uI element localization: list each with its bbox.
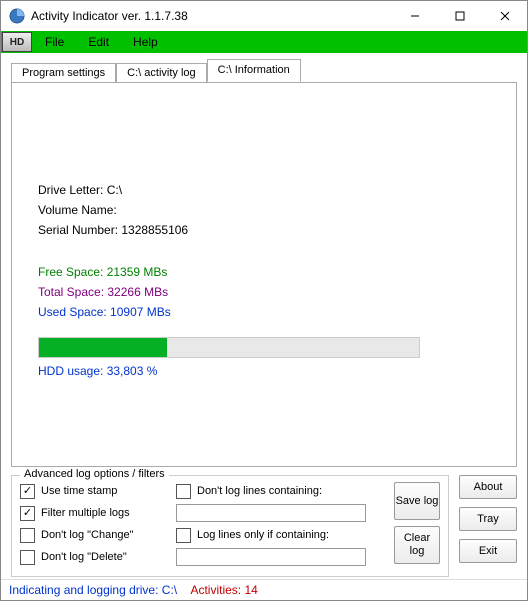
- tab-strip: Program settings C:\ activity log C:\ In…: [1, 55, 527, 82]
- checkbox-icon: [20, 550, 35, 565]
- opt-label: Log lines only if containing:: [197, 529, 329, 541]
- opt-dont-log-change[interactable]: Don't log "Change": [20, 528, 170, 543]
- minimize-button[interactable]: [392, 1, 437, 31]
- total-space: Total Space: 32266 MBs: [38, 285, 506, 299]
- volume-name: Volume Name:: [38, 203, 506, 217]
- free-space: Free Space: 21359 MBs: [38, 265, 506, 279]
- opt-label: Use time stamp: [41, 485, 117, 497]
- side-buttons: About Tray Exit: [459, 471, 527, 579]
- maximize-button[interactable]: [437, 1, 482, 31]
- usage-progress: [38, 337, 490, 358]
- advanced-log-group: Advanced log options / filters Use time …: [11, 475, 449, 577]
- about-button[interactable]: About: [459, 475, 517, 499]
- advanced-options-grid: Use time stamp Don't log lines containin…: [20, 480, 376, 568]
- progress-fill: [39, 338, 167, 357]
- opt-log-only-containing[interactable]: Log lines only if containing:: [176, 528, 376, 543]
- serial-number: Serial Number: 1328855106: [38, 223, 506, 237]
- usage-label: HDD usage: 33,803 %: [38, 364, 506, 378]
- menu-edit[interactable]: Edit: [76, 31, 121, 53]
- status-activities: Activities: 14: [190, 583, 257, 597]
- drive-letter: Drive Letter: C:\: [38, 183, 506, 197]
- status-indicating: Indicating and logging drive: C:\: [9, 583, 177, 597]
- tab-information[interactable]: C:\ Information: [207, 59, 301, 82]
- tab-program-settings[interactable]: Program settings: [11, 63, 116, 83]
- opt-label: Don't log lines containing:: [197, 485, 322, 497]
- tray-button[interactable]: Tray: [459, 507, 517, 531]
- exit-button[interactable]: Exit: [459, 539, 517, 563]
- hd-badge-icon: HD: [2, 32, 32, 52]
- advanced-legend: Advanced log options / filters: [20, 468, 169, 480]
- opt-label: Don't log "Delete": [41, 551, 127, 563]
- checkbox-icon: [176, 528, 191, 543]
- opt-dont-log-containing[interactable]: Don't log lines containing:: [176, 484, 376, 499]
- save-log-button[interactable]: Save log: [394, 482, 440, 520]
- progress-track: [38, 337, 420, 358]
- opt-label: Filter multiple logs: [41, 507, 130, 519]
- log-buttons: Save log Clear log: [382, 480, 440, 568]
- used-space: Used Space: 10907 MBs: [38, 305, 506, 319]
- tab-activity-log[interactable]: C:\ activity log: [116, 63, 206, 83]
- opt-dont-log-delete[interactable]: Don't log "Delete": [20, 550, 170, 565]
- lower-area: Advanced log options / filters Use time …: [1, 471, 527, 579]
- clear-log-button[interactable]: Clear log: [394, 526, 440, 564]
- checkbox-icon: [20, 484, 35, 499]
- menubar: HD File Edit Help: [1, 31, 527, 53]
- checkbox-icon: [20, 506, 35, 521]
- opt-use-timestamp[interactable]: Use time stamp: [20, 484, 170, 499]
- drive-info: Drive Letter: C:\ Volume Name: Serial Nu…: [38, 183, 506, 319]
- checkbox-icon: [20, 528, 35, 543]
- statusbar: Indicating and logging drive: C:\ Activi…: [1, 579, 527, 600]
- app-icon: [9, 8, 25, 24]
- window-controls: [392, 1, 527, 31]
- close-button[interactable]: [482, 1, 527, 31]
- checkbox-icon: [176, 484, 191, 499]
- menu-help[interactable]: Help: [121, 31, 170, 53]
- filter-contains-input[interactable]: [176, 504, 366, 522]
- lower-left: Advanced log options / filters Use time …: [1, 471, 459, 579]
- filter-only-input[interactable]: [176, 548, 366, 566]
- opt-label: Don't log "Change": [41, 529, 133, 541]
- menu-file[interactable]: File: [33, 31, 76, 53]
- opt-filter-multiple[interactable]: Filter multiple logs: [20, 506, 170, 521]
- information-panel: Drive Letter: C:\ Volume Name: Serial Nu…: [11, 82, 517, 467]
- app-window: Activity Indicator ver. 1.1.7.38 HD File…: [0, 0, 528, 601]
- window-title: Activity Indicator ver. 1.1.7.38: [31, 9, 392, 23]
- titlebar: Activity Indicator ver. 1.1.7.38: [1, 1, 527, 31]
